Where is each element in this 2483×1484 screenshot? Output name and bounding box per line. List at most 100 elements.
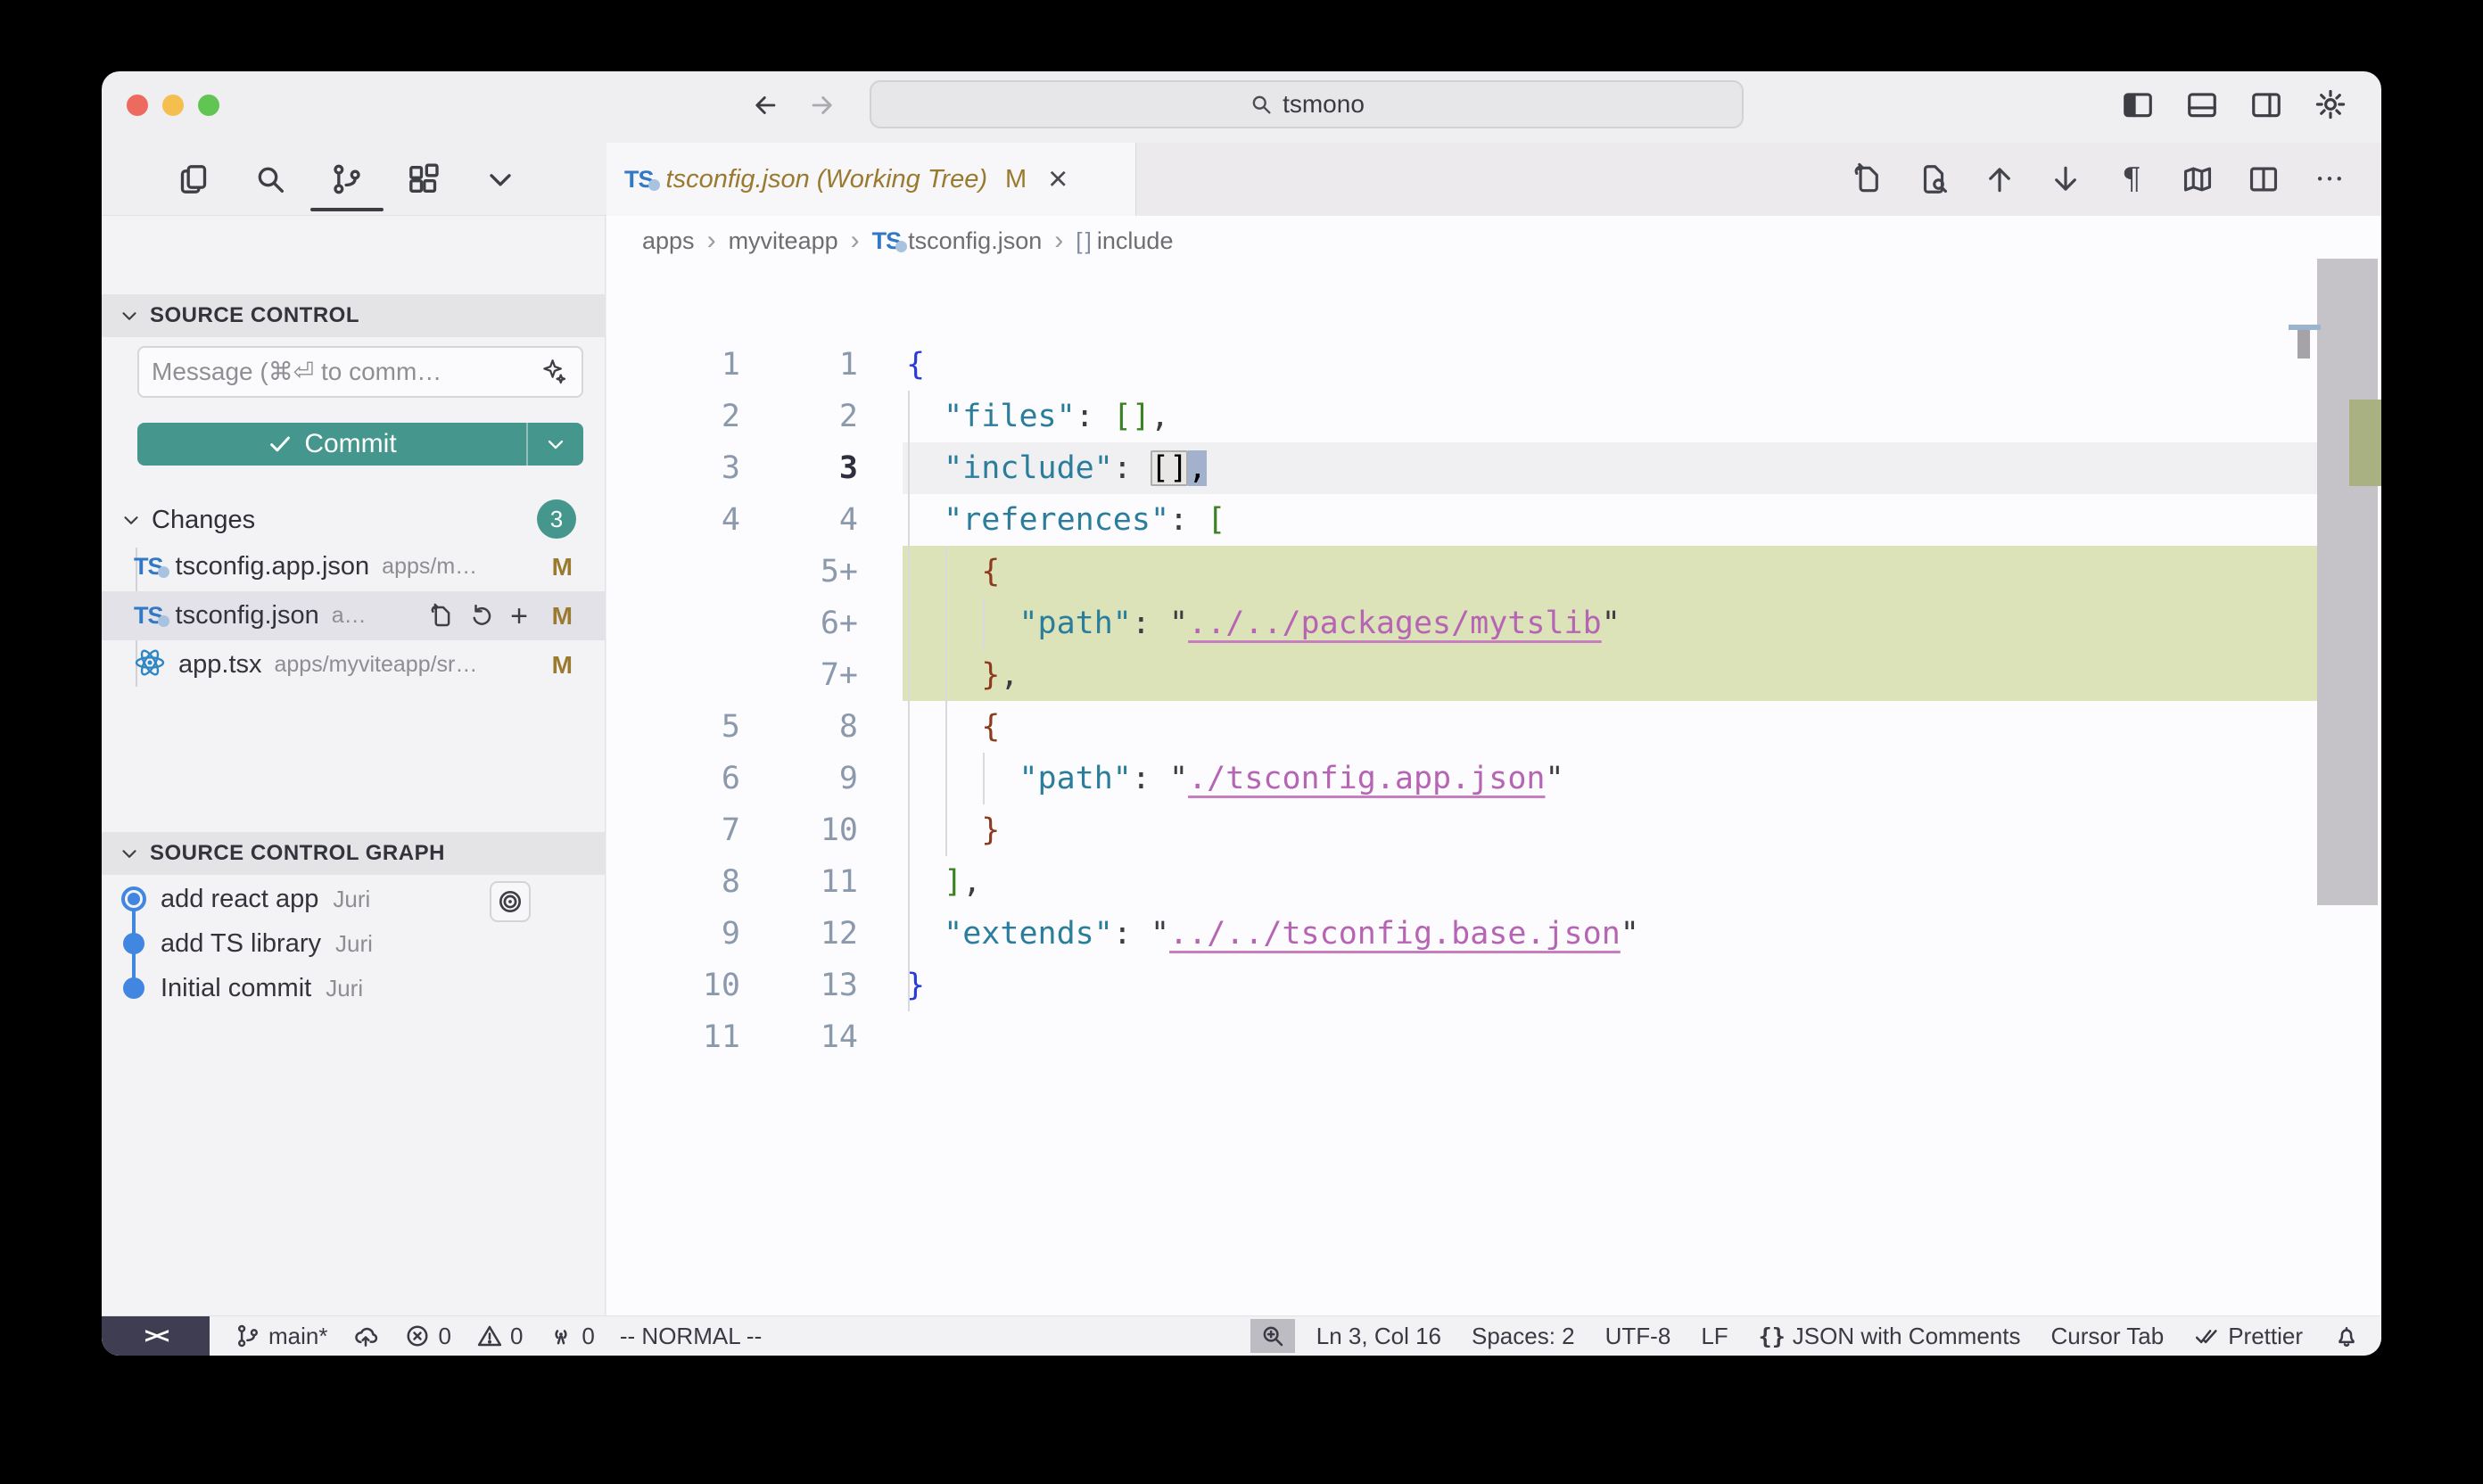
tab-close-button[interactable]: × (1048, 162, 1068, 196)
source-control-graph-header[interactable]: SOURCE CONTROL GRAPH (102, 832, 605, 875)
code-line-12[interactable]: 912 "extends": "../../tsconfig.base.json… (606, 908, 2317, 960)
activity-item-extensions[interactable] (403, 153, 444, 206)
code-line-7[interactable]: 7+ }, (606, 649, 2317, 701)
editor-scrollbar[interactable] (2317, 259, 2378, 905)
status-bar-left: main*000-- NORMAL -- (210, 1323, 762, 1350)
code-line-8[interactable]: 58 { (606, 701, 2317, 753)
changed-file-row-app.tsx[interactable]: app.tsxapps/myviteapp/sr…M (102, 640, 605, 689)
open-changes-button[interactable] (1848, 160, 1887, 199)
map-icon (2181, 162, 2215, 196)
code-line-1[interactable]: 11{ (606, 339, 2317, 391)
modified-badge: M (552, 651, 573, 680)
layout-sidebar-left-button[interactable] (2117, 84, 2158, 125)
status-item-label: Cursor Tab (2051, 1323, 2165, 1350)
breadcrumb-item-tsconfig.json[interactable]: TStsconfig.json (872, 227, 1043, 255)
code-line-13[interactable]: 1013} (606, 960, 2317, 1011)
status-item-0[interactable]: 0 (548, 1323, 594, 1350)
commit-row[interactable]: add TS libraryJuri (102, 921, 605, 966)
remote-indicator[interactable]: >< (102, 1316, 210, 1356)
status-item-0[interactable]: 0 (404, 1323, 450, 1350)
file-path: a… (332, 603, 367, 629)
status-item-0[interactable]: 0 (476, 1323, 523, 1350)
settings-gear-button[interactable] (2310, 84, 2351, 125)
search-icon (1249, 92, 1274, 117)
modified-line-number: 1 (740, 339, 858, 391)
map-button[interactable] (2178, 160, 2217, 199)
status-item-lf[interactable]: LF (1701, 1323, 1728, 1350)
commit-dot (123, 933, 144, 954)
next-change-button[interactable] (2046, 160, 2085, 199)
status-item-prettier[interactable]: Prettier (2194, 1323, 2303, 1350)
commit-button[interactable]: Commit (137, 423, 583, 466)
code-line-11[interactable]: 811 ], (606, 856, 2317, 908)
status-item[interactable] (2333, 1323, 2360, 1349)
changes-section-header[interactable]: Changes 3 (102, 502, 605, 538)
status-item-ln-3-col-16[interactable]: Ln 3, Col 16 (1316, 1323, 1441, 1350)
activity-item-search[interactable] (250, 153, 291, 206)
commit-message-input[interactable] (152, 358, 539, 386)
status-item[interactable] (1250, 1319, 1295, 1353)
status-item-main[interactable]: main* (235, 1323, 327, 1350)
nav-back-button[interactable] (747, 87, 783, 123)
discard-icon[interactable] (469, 603, 496, 630)
activity-item-more-views[interactable] (480, 153, 521, 206)
checkout-target-button[interactable] (490, 881, 531, 922)
modified-badge: M (552, 553, 573, 581)
code-line-4[interactable]: 44 "references": [ (606, 494, 2317, 546)
changed-file-row-tsconfig.json[interactable]: TStsconfig.jsona…+M (102, 591, 605, 640)
code-line-14[interactable]: 1114 (606, 1011, 2317, 1063)
layout-panel-button[interactable] (2182, 84, 2223, 125)
tab-modified-badge: M (1005, 165, 1027, 194)
traffic-light-maximize[interactable] (198, 95, 219, 116)
status-item[interactable] (352, 1323, 379, 1349)
stage-icon[interactable]: + (510, 601, 528, 631)
code-line-5[interactable]: 5+ { (606, 546, 2317, 598)
changes-count-badge: 3 (537, 499, 576, 539)
token-pl (906, 812, 981, 848)
breadcrumb-item-include[interactable]: [ ]include (1076, 227, 1173, 255)
token-pu: : (1132, 761, 1169, 796)
modified-line-number: 7+ (740, 649, 858, 701)
nav-forward-button[interactable] (804, 87, 840, 123)
layout-sidebar-right-button[interactable] (2246, 84, 2287, 125)
status-item-label: JSON with Comments (1793, 1323, 2021, 1350)
commit-message-box[interactable] (137, 346, 583, 398)
check-icon (267, 431, 293, 458)
command-center-search[interactable]: tsmono (870, 80, 1744, 128)
code-line-3[interactable]: 33 "include": [], (606, 442, 2317, 494)
whitespace-button[interactable]: ¶ (2112, 160, 2151, 199)
code-line-2[interactable]: 22 "files": [], (606, 391, 2317, 442)
commit-dropdown-button[interactable] (526, 423, 583, 466)
code-text: }, (906, 649, 1019, 701)
status-item-spaces-2[interactable]: Spaces: 2 (1472, 1323, 1575, 1350)
split-editor-button[interactable] (2244, 160, 2283, 199)
status-item-label: -- NORMAL -- (620, 1323, 762, 1350)
activity-item-source-control[interactable] (326, 153, 367, 206)
token-br: ] (944, 864, 962, 900)
traffic-light-minimize[interactable] (162, 95, 184, 116)
status-item-utf-8[interactable]: UTF-8 (1605, 1323, 1671, 1350)
file-search-button[interactable] (1914, 160, 1953, 199)
changed-file-row-tsconfig.app.json[interactable]: TStsconfig.app.jsonapps/m…M (102, 542, 605, 591)
previous-change-button[interactable] (1980, 160, 2019, 199)
commit-row[interactable]: Initial commitJuri (102, 966, 605, 1010)
commit-button-main[interactable]: Commit (137, 429, 526, 459)
more-actions-button[interactable]: ··· (2310, 160, 2349, 199)
open-file-icon[interactable] (428, 603, 455, 630)
commit-row[interactable]: add react appJuri (102, 877, 605, 921)
status-item-normal[interactable]: -- NORMAL -- (620, 1323, 762, 1350)
tab-tsconfig-working-tree[interactable]: TS tsconfig.json (Working Tree) M × (606, 143, 1136, 216)
sparkle-icon[interactable] (539, 357, 569, 387)
double-check-icon (2194, 1323, 2221, 1349)
traffic-light-close[interactable] (127, 95, 148, 116)
code-line-9[interactable]: 69 "path": "./tsconfig.app.json" (606, 753, 2317, 804)
source-control-header[interactable]: SOURCE CONTROL (102, 294, 605, 337)
status-item-cursor-tab[interactable]: Cursor Tab (2051, 1323, 2165, 1350)
breadcrumb-item-apps[interactable]: apps (642, 227, 695, 255)
activity-item-explorer[interactable] (173, 153, 214, 206)
breadcrumb-item-myviteapp[interactable]: myviteapp (729, 227, 838, 255)
status-item-json-with-comments[interactable]: {}JSON with Comments (1759, 1323, 2021, 1350)
code-line-6[interactable]: 6+ "path": "../../packages/mytslib" (606, 598, 2317, 649)
code-line-10[interactable]: 710 } (606, 804, 2317, 856)
tab-label: tsconfig.json (Working Tree) (666, 165, 987, 194)
